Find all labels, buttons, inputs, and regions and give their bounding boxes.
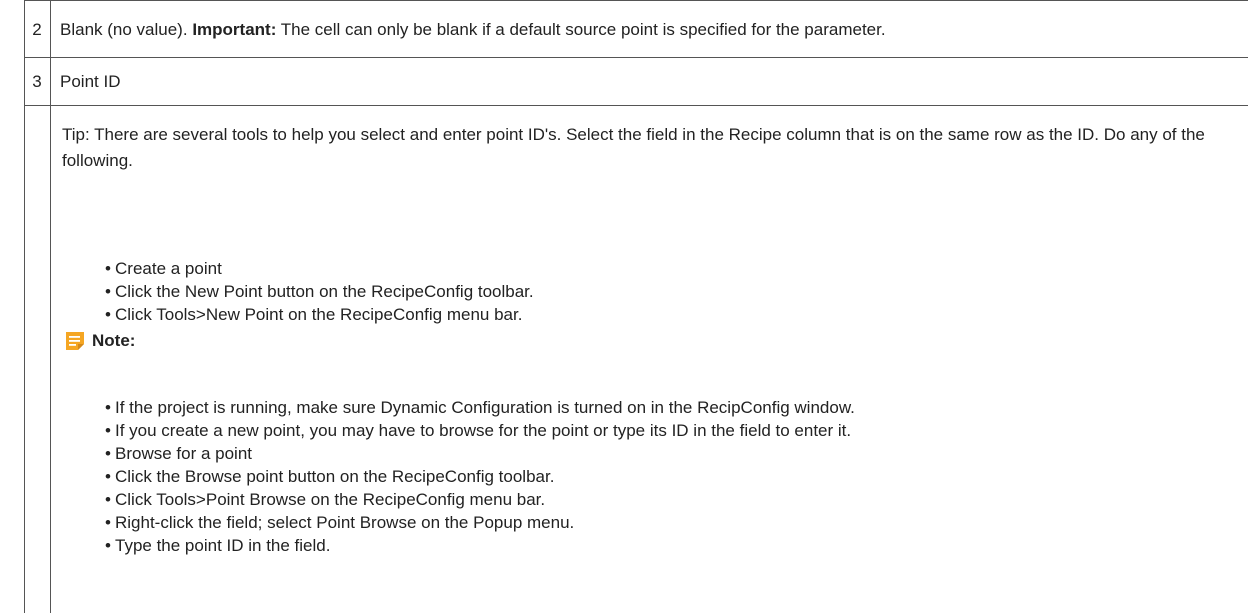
- list-item: If you create a new point, you may have …: [105, 419, 855, 442]
- list-item: Click Tools>New Point on the RecipeConfi…: [105, 303, 534, 326]
- list-item: Click the Browse point button on the Rec…: [105, 465, 855, 488]
- note-heading: Note:: [64, 329, 135, 353]
- row-text: Point ID: [60, 72, 121, 91]
- tip-paragraph: Tip: There are several tools to help you…: [62, 125, 1205, 170]
- table-column-divider: [50, 0, 51, 613]
- bullet-list-browse: If the project is running, make sure Dyn…: [105, 396, 855, 557]
- table-left-border: [24, 0, 25, 613]
- list-item: Click the New Point button on the Recipe…: [105, 280, 534, 303]
- row-text-plain: The cell can only be blank if a default …: [280, 20, 886, 39]
- table-row: 3 Point ID: [24, 58, 1248, 106]
- row-number: 3: [32, 72, 42, 91]
- list-item: If the project is running, make sure Dyn…: [105, 396, 855, 419]
- row-text: Blank (no value). Important: The cell ca…: [60, 18, 1242, 42]
- list-item: Right-click the field; select Point Brow…: [105, 511, 855, 534]
- row-text-plain: Blank (no value).: [60, 20, 188, 39]
- list-item: Create a point: [105, 257, 534, 280]
- table-top-border: [24, 0, 1248, 1]
- important-label: Important:: [192, 20, 277, 39]
- list-item: Type the point ID in the field.: [105, 534, 855, 557]
- list-item: Browse for a point: [105, 442, 855, 465]
- note-icon: [64, 330, 86, 352]
- list-item: Click Tools>Point Browse on the RecipeCo…: [105, 488, 855, 511]
- table-row: 2 Blank (no value). Important: The cell …: [24, 0, 1248, 58]
- note-label: Note:: [92, 331, 136, 350]
- bullet-list-create: Create a point Click the New Point butto…: [105, 257, 534, 326]
- row-number: 2: [32, 20, 42, 39]
